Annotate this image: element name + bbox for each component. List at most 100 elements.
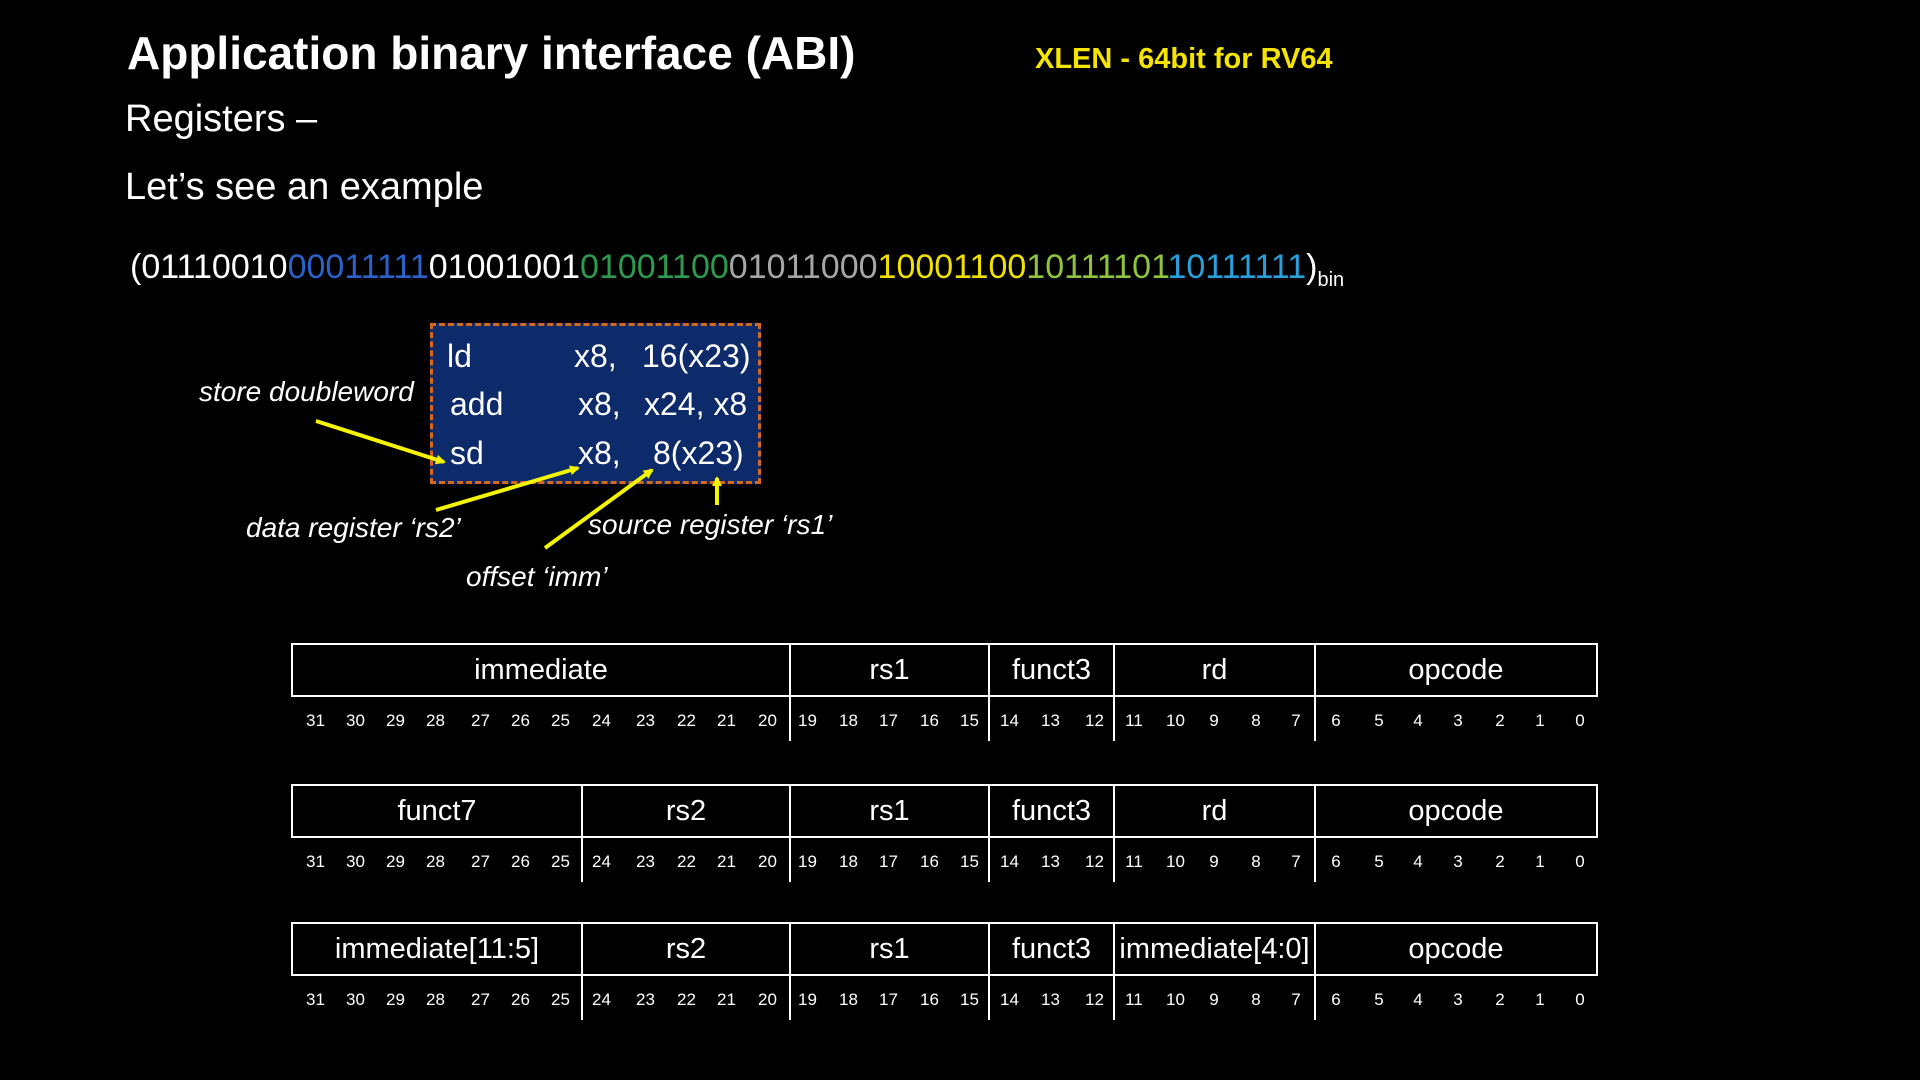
format3-bit-26: 26 [511, 990, 530, 1009]
format2-bit-17: 17 [879, 852, 898, 871]
format2-bit-27: 27 [471, 852, 490, 871]
format2-bit-13: 13 [1041, 852, 1060, 871]
format3-bit-21: 21 [717, 990, 736, 1009]
format3-bit-separator [1113, 976, 1115, 1020]
format2-bit-9: 9 [1209, 852, 1219, 871]
format2-bit-29: 29 [386, 852, 405, 871]
format2-field-rd: rd [1113, 784, 1314, 838]
format1-bit-14: 14 [1000, 711, 1019, 730]
format2-bit-23: 23 [636, 852, 655, 871]
format1-bit-8: 8 [1251, 711, 1261, 730]
format1-field-opcode: opcode [1314, 643, 1598, 697]
format1-bit-9: 9 [1209, 711, 1219, 730]
format2-field-rs2: rs2 [581, 784, 789, 838]
format2-bit-10: 10 [1166, 852, 1185, 871]
format2-bit-7: 7 [1291, 852, 1301, 871]
format3-field-opcode: opcode [1314, 922, 1598, 976]
format2-bit-26: 26 [511, 852, 530, 871]
format3-bit-22: 22 [677, 990, 696, 1009]
format3-bit-29: 29 [386, 990, 405, 1009]
format1-bit-30: 30 [346, 711, 365, 730]
format1-bit-15: 15 [960, 711, 979, 730]
format1-bit-19: 19 [798, 711, 817, 730]
format3-bit-28: 28 [426, 990, 445, 1009]
format1-bit-7: 7 [1291, 711, 1301, 730]
format1-bit-separator [789, 697, 791, 741]
format2-bit-3: 3 [1453, 852, 1463, 871]
format1-bit-separator [1314, 697, 1316, 741]
format2-bit-18: 18 [839, 852, 858, 871]
format2-bit-14: 14 [1000, 852, 1019, 871]
format2-field-rs1: rs1 [789, 784, 988, 838]
format1-bit-12: 12 [1085, 711, 1104, 730]
format1-bit-3: 3 [1453, 711, 1463, 730]
format1-bit-16: 16 [920, 711, 939, 730]
format2-bit-24: 24 [592, 852, 611, 871]
format1-bit-25: 25 [551, 711, 570, 730]
format2-bit-6: 6 [1331, 852, 1341, 871]
format1-bit-18: 18 [839, 711, 858, 730]
format3-field-immediate-11-5: immediate[11:5] [291, 922, 581, 976]
format3-bit-10: 10 [1166, 990, 1185, 1009]
format2-field-funct3: funct3 [988, 784, 1113, 838]
format1-bit-13: 13 [1041, 711, 1060, 730]
format2-bit-separator [581, 838, 583, 882]
format3-bit-25: 25 [551, 990, 570, 1009]
format3-bit-5: 5 [1374, 990, 1384, 1009]
format3-bit-15: 15 [960, 990, 979, 1009]
format2-bit-8: 8 [1251, 852, 1261, 871]
format2-field-funct7: funct7 [291, 784, 581, 838]
format3-bit-31: 31 [306, 990, 325, 1009]
format3-field-funct3: funct3 [988, 922, 1113, 976]
format1-field-funct3: funct3 [988, 643, 1113, 697]
format3-bit-14: 14 [1000, 990, 1019, 1009]
format1-bit-26: 26 [511, 711, 530, 730]
format1-bit-separator [1113, 697, 1115, 741]
format1-field-rs1: rs1 [789, 643, 988, 697]
format1-field-immediate: immediate [291, 643, 789, 697]
format2-bit-separator [1314, 838, 1316, 882]
format3-bit-17: 17 [879, 990, 898, 1009]
format2-bit-separator [1113, 838, 1115, 882]
format3-bit-4: 4 [1413, 990, 1423, 1009]
format2-bit-28: 28 [426, 852, 445, 871]
format1-bit-21: 21 [717, 711, 736, 730]
format2-bit-30: 30 [346, 852, 365, 871]
format3-field-immediate-4-0: immediate[4:0] [1113, 922, 1314, 976]
format3-bit-0: 0 [1575, 990, 1585, 1009]
format2-bit-separator [789, 838, 791, 882]
format1-bit-separator [988, 697, 990, 741]
format2-bit-0: 0 [1575, 852, 1585, 871]
format3-field-rs2: rs2 [581, 922, 789, 976]
format3-bit-7: 7 [1291, 990, 1301, 1009]
instruction-formats: immediate rs1 funct3 rd opcode 31 30 29 28 27 26 25… [0, 0, 1920, 1080]
format1-bit-29: 29 [386, 711, 405, 730]
format3-bit-6: 6 [1331, 990, 1341, 1009]
format2-bit-4: 4 [1413, 852, 1423, 871]
format3-bit-16: 16 [920, 990, 939, 1009]
format3-bit-separator [789, 976, 791, 1020]
format1-bit-11: 11 [1125, 711, 1143, 730]
format1-bit-0: 0 [1575, 711, 1585, 730]
format3-bit-19: 19 [798, 990, 817, 1009]
format3-bit-20: 20 [758, 990, 777, 1009]
format2-bit-31: 31 [306, 852, 325, 871]
format3-bit-separator [1314, 976, 1316, 1020]
format1-bit-17: 17 [879, 711, 898, 730]
format2-bit-5: 5 [1374, 852, 1384, 871]
format2-bit-2: 2 [1495, 852, 1505, 871]
format2-field-opcode: opcode [1314, 784, 1598, 838]
format2-bit-25: 25 [551, 852, 570, 871]
format2-bit-16: 16 [920, 852, 939, 871]
format2-bit-11: 11 [1125, 852, 1143, 871]
format3-bit-8: 8 [1251, 990, 1261, 1009]
format2-bit-15: 15 [960, 852, 979, 871]
format3-bit-30: 30 [346, 990, 365, 1009]
format3-bit-1: 1 [1535, 990, 1545, 1009]
format3-bit-2: 2 [1495, 990, 1505, 1009]
format1-bit-24: 24 [592, 711, 611, 730]
format3-bit-11: 11 [1125, 990, 1143, 1009]
format1-bit-10: 10 [1166, 711, 1185, 730]
format2-bit-separator [988, 838, 990, 882]
format3-bit-9: 9 [1209, 990, 1219, 1009]
